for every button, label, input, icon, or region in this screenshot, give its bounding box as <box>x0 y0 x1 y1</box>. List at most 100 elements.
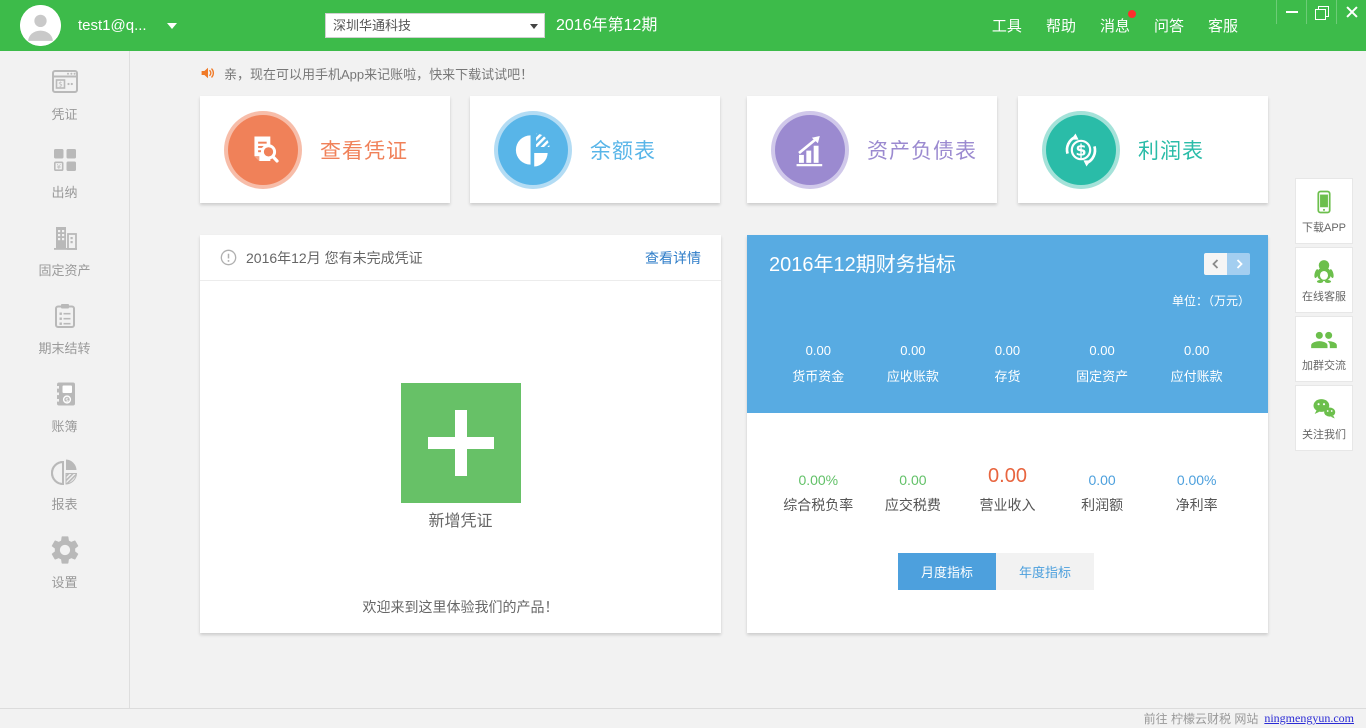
welcome-text: 欢迎来到这里体验我们的产品！ <box>200 597 721 617</box>
minimize-button[interactable] <box>1276 0 1306 24</box>
tab-annual-indicators[interactable]: 年度指标 <box>996 553 1094 590</box>
sidebar-label: 凭证 <box>51 104 77 123</box>
phone-icon <box>1310 188 1338 216</box>
online-support-button[interactable]: 在线客服 <box>1295 247 1353 313</box>
indicators-blue-section: 2016年12期财务指标 单位：（万元） 0.00 货币资金 0.00 应收账款 <box>747 235 1268 413</box>
notice-text: 亲，现在可以用手机App来记账啦，快来下载试试吧！ <box>224 64 533 83</box>
sidebar-label: 期末结转 <box>38 338 90 357</box>
float-rail: 下载APP 在线客服 加群交流 <box>1295 178 1353 454</box>
unit-label: 单位：（万元） <box>1172 292 1250 309</box>
indicators-title: 2016年12期财务指标 <box>769 248 956 277</box>
qq-penguin-icon <box>1310 257 1338 285</box>
balance-table-card[interactable]: 余额表 <box>470 96 720 203</box>
prev-period-button[interactable] <box>1204 253 1227 275</box>
topbar-menu: 工具 帮助 消息 问答 客服 <box>992 0 1238 51</box>
footer-text: 前往 柠檬云财税 网站 <box>1144 710 1259 727</box>
company-select-value: 深圳华通科技 <box>333 18 411 33</box>
stat-tax-burden-rate: 0.00% 综合税负率 <box>771 472 866 515</box>
sidebar-item-settings[interactable]: 设置 <box>0 533 129 611</box>
chevron-left-icon <box>1210 258 1222 270</box>
footer: 前往 柠檬云财税 网站 ningmengyun.com <box>0 708 1366 728</box>
sidebar-label: 报表 <box>51 494 77 513</box>
tab-monthly-indicators[interactable]: 月度指标 <box>898 553 996 590</box>
svg-text:$: $ <box>58 81 62 89</box>
voucher-icon: $ <box>48 65 82 99</box>
stat-accounts-receivable: 0.00 应收账款 <box>866 343 961 385</box>
sidebar-item-cashier[interactable]: ¥ 出纳 <box>0 143 129 221</box>
speaker-icon <box>200 65 216 81</box>
sidebar-label: 固定资产 <box>38 260 90 279</box>
user-dropdown-caret-icon[interactable] <box>167 23 177 29</box>
bar-chart-arrow-icon <box>788 128 832 172</box>
sidebar-label: 设置 <box>51 572 77 591</box>
join-group-button[interactable]: 加群交流 <box>1295 316 1353 382</box>
sidebar-item-ledger[interactable]: $ 账簿 <box>0 377 129 455</box>
menu-help[interactable]: 帮助 <box>1046 15 1076 36</box>
voucher-search-icon <box>241 128 285 172</box>
notice-bar: 亲，现在可以用手机App来记账啦，快来下载试试吧！ <box>200 62 533 84</box>
menu-tools[interactable]: 工具 <box>992 15 1022 36</box>
period-nav <box>1204 253 1250 275</box>
restore-button[interactable] <box>1306 0 1336 24</box>
menu-qa[interactable]: 问答 <box>1154 15 1184 36</box>
balance-sheet-label: 资产负债表 <box>867 135 977 165</box>
balance-sheet-card[interactable]: 资产负债表 <box>747 96 997 203</box>
fixed-assets-icon <box>48 221 82 255</box>
message-notification-dot <box>1128 10 1136 18</box>
next-period-button[interactable] <box>1227 253 1250 275</box>
income-statement-card[interactable]: $ 利润表 <box>1018 96 1268 203</box>
financial-indicators-panel: 2016年12期财务指标 单位：（万元） 0.00 货币资金 0.00 应收账款 <box>747 235 1268 633</box>
dollar-cycle-icon: $ <box>1059 128 1103 172</box>
balance-table-label: 余额表 <box>590 135 656 165</box>
sidebar-item-period-end[interactable]: 期末结转 <box>0 299 129 377</box>
period-end-icon <box>48 299 82 333</box>
period-label: 2016年第12期 <box>556 0 657 51</box>
sidebar: $ 凭证 ¥ 出纳 固 <box>0 51 130 708</box>
app-window: test1@q... 深圳华通科技 2016年第12期 工具 帮助 消息 问答 … <box>0 0 1366 728</box>
online-support-label: 在线客服 <box>1302 288 1346 304</box>
username[interactable]: test1@q... <box>78 0 147 51</box>
svg-text:$: $ <box>1075 140 1086 159</box>
add-voucher-button[interactable] <box>401 383 521 503</box>
add-voucher-label: 新增凭证 <box>200 507 721 531</box>
sidebar-item-fixed-assets[interactable]: 固定资产 <box>0 221 129 299</box>
close-button[interactable] <box>1336 0 1366 24</box>
svg-text:$: $ <box>65 397 69 404</box>
footer-website-link[interactable]: ningmengyun.com <box>1264 711 1354 726</box>
white-stats-row: 0.00% 综合税负率 0.00 应交税费 0.00 营业收入 0.00 利润额… <box>771 465 1244 515</box>
balance-sheet-circle <box>775 115 845 185</box>
follow-us-button[interactable]: 关注我们 <box>1295 385 1353 451</box>
download-app-label: 下载APP <box>1302 219 1346 235</box>
window-controls <box>1276 0 1366 24</box>
menu-support[interactable]: 客服 <box>1208 15 1238 36</box>
stat-monetary-funds: 0.00 货币资金 <box>771 343 866 385</box>
user-avatar-icon <box>20 5 61 46</box>
income-statement-label: 利润表 <box>1138 135 1204 165</box>
wechat-icon <box>1310 395 1338 423</box>
sidebar-label: 出纳 <box>51 182 77 201</box>
menu-messages[interactable]: 消息 <box>1100 15 1130 36</box>
stat-fixed-assets: 0.00 固定资产 <box>1055 343 1150 385</box>
avatar[interactable] <box>20 5 61 46</box>
sidebar-item-reports[interactable]: 报表 <box>0 455 129 533</box>
view-details-link[interactable]: 查看详情 <box>645 248 701 268</box>
indicator-tabs: 月度指标 年度指标 <box>898 553 1094 590</box>
blue-stats-row: 0.00 货币资金 0.00 应收账款 0.00 存货 0.00 固定资产 0.… <box>771 343 1244 385</box>
reports-icon <box>48 455 82 489</box>
company-select[interactable]: 深圳华通科技 <box>325 13 545 38</box>
stat-net-profit-rate: 0.00% 净利率 <box>1149 472 1244 515</box>
stat-taxes-payable: 0.00 应交税费 <box>866 472 961 515</box>
sidebar-item-voucher[interactable]: $ 凭证 <box>0 65 129 143</box>
view-vouchers-card[interactable]: 查看凭证 <box>200 96 450 203</box>
sidebar-label: 账簿 <box>51 416 77 435</box>
cashier-icon: ¥ <box>48 143 82 177</box>
settings-gear-icon <box>48 533 82 567</box>
group-people-icon <box>1310 326 1338 354</box>
topbar: test1@q... 深圳华通科技 2016年第12期 工具 帮助 消息 问答 … <box>0 0 1366 51</box>
voucher-panel: 2016年12月 您有未完成凭证 查看详情 新增凭证 欢迎来到这里体验我们的产品… <box>200 235 721 633</box>
voucher-panel-header: 2016年12月 您有未完成凭证 查看详情 <box>200 235 721 281</box>
view-vouchers-label: 查看凭证 <box>320 135 408 165</box>
svg-text:¥: ¥ <box>56 163 61 171</box>
download-app-button[interactable]: 下载APP <box>1295 178 1353 244</box>
stat-operating-income: 0.00 营业收入 <box>960 465 1055 515</box>
